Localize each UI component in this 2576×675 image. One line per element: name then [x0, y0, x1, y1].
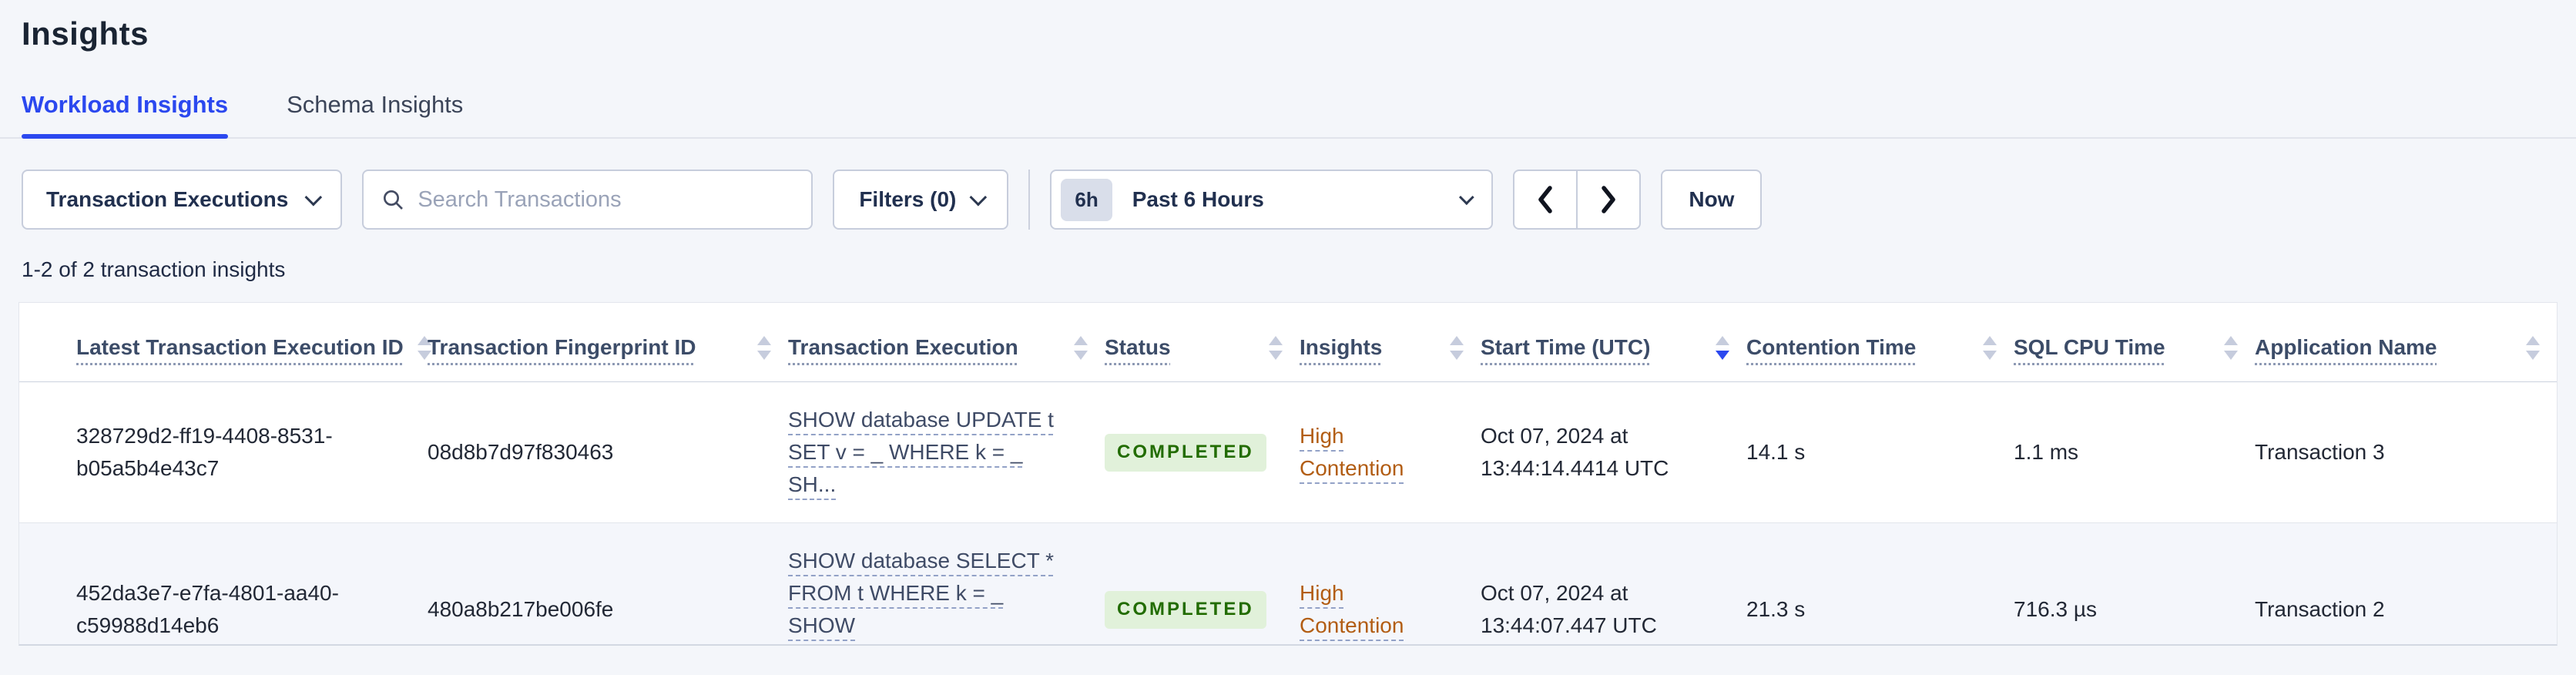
time-step-buttons	[1513, 170, 1642, 230]
sort-icon[interactable]	[1983, 335, 1997, 360]
sort-icon[interactable]	[757, 335, 771, 360]
now-label: Now	[1689, 187, 1735, 211]
sql-cpu-time-cell: 716.3 µs	[2014, 522, 2255, 644]
time-range-picker[interactable]: 6h Past 6 Hours	[1050, 170, 1494, 230]
column-header-contention-time[interactable]: Contention Time	[1746, 303, 2014, 383]
sort-icon[interactable]	[1074, 335, 1088, 360]
application-name-cell: Transaction 2	[2255, 522, 2557, 644]
column-header-latest-transaction-execution-id[interactable]: Latest Transaction Execution ID	[19, 303, 431, 383]
next-time-button[interactable]	[1576, 170, 1642, 230]
insights-tab-bar: Workload Insights Schema Insights	[0, 91, 2576, 139]
results-summary: 1-2 of 2 transaction insights	[22, 257, 286, 281]
table-row: 452da3e7-e7fa-4801-aa40-c59988d14eb6 480…	[19, 522, 2557, 644]
filters-label: Filters (0)	[859, 187, 957, 211]
contention-time-cell: 21.3 s	[1746, 522, 2014, 644]
transaction-execution-cell: SHOW database UPDATE t SET v = _ WHERE k…	[788, 382, 1105, 523]
search-input[interactable]	[418, 186, 795, 213]
column-header-sql-cpu-time[interactable]: SQL CPU Time	[2014, 303, 2255, 383]
column-header-application-name[interactable]: Application Name	[2255, 303, 2557, 383]
sort-icon[interactable]	[1269, 335, 1283, 360]
now-button[interactable]: Now	[1661, 170, 1763, 230]
sort-icon[interactable]	[2224, 335, 2238, 360]
chevron-down-icon	[969, 188, 988, 207]
execution-type-dropdown[interactable]: Transaction Executions	[22, 170, 343, 230]
table-row: 328729d2-ff19-4408-8531-b05a5b4e43c7 08d…	[19, 382, 2557, 523]
execution-id-cell: 452da3e7-e7fa-4801-aa40-c59988d14eb6	[19, 522, 428, 644]
tab-workload-insights[interactable]: Workload Insights	[22, 91, 229, 139]
chevron-right-icon	[1602, 186, 1616, 213]
status-cell: COMPLETED	[1105, 382, 1300, 523]
column-header-start-time[interactable]: Start Time (UTC)	[1481, 303, 1746, 383]
application-name-cell: Transaction 3	[2255, 440, 2385, 465]
transaction-execution-cell: SHOW database SELECT * FROM t WHERE k = …	[788, 522, 1105, 644]
start-time-cell: Oct 07, 2024 at 13:44:14.4414 UTC	[1481, 424, 1669, 481]
filters-button[interactable]: Filters (0)	[833, 170, 1009, 230]
insights-table-card: Latest Transaction Execution ID Transact…	[18, 302, 2558, 646]
statement-link[interactable]: SHOW database UPDATE t SET v = _ WHERE k…	[788, 408, 1054, 496]
column-header-transaction-execution[interactable]: Transaction Execution	[788, 303, 1105, 383]
search-icon	[384, 190, 404, 210]
fingerprint-id-cell: 08d8b7d97f830463	[428, 440, 614, 465]
chevron-down-icon	[1459, 190, 1475, 206]
chevron-down-icon	[304, 188, 323, 207]
sort-icon[interactable]	[1450, 335, 1464, 360]
status-badge: COMPLETED	[1105, 590, 1266, 629]
insights-cell: High Contention	[1300, 522, 1481, 644]
status-cell: COMPLETED	[1105, 522, 1300, 644]
tab-schema-insights[interactable]: Schema Insights	[287, 91, 463, 137]
contention-time-cell: 14.1 s	[1746, 440, 1806, 465]
fingerprint-id-cell: 480a8b217be006fe	[428, 522, 788, 644]
start-time-cell: Oct 07, 2024 at 13:44:07.447 UTC	[1481, 522, 1746, 644]
table-header-row: Latest Transaction Execution ID Transact…	[19, 303, 2557, 383]
toolbar: Transaction Executions Filters (0) 6h Pa…	[22, 170, 2556, 230]
toolbar-divider	[1028, 170, 1031, 230]
execution-id-cell: 328729d2-ff19-4408-8531-b05a5b4e43c7	[76, 424, 333, 481]
sql-cpu-time-cell: 1.1 ms	[2014, 440, 2079, 465]
transaction-insights-table: Latest Transaction Execution ID Transact…	[19, 303, 2557, 644]
column-header-insights[interactable]: Insights	[1300, 303, 1481, 383]
execution-type-label: Transaction Executions	[46, 187, 289, 211]
high-contention-link[interactable]: High Contention	[1300, 581, 1404, 637]
statement-link[interactable]: SHOW database SELECT * FROM t WHERE k = …	[788, 549, 1054, 644]
insights-cell: High Contention	[1300, 382, 1481, 523]
previous-time-button[interactable]	[1513, 170, 1578, 230]
column-header-transaction-fingerprint-id[interactable]: Transaction Fingerprint ID	[428, 303, 788, 383]
page-title: Insights	[22, 15, 149, 52]
high-contention-link[interactable]: High Contention	[1300, 424, 1404, 480]
time-range-chip: 6h	[1061, 178, 1112, 221]
status-badge: COMPLETED	[1105, 433, 1266, 472]
sort-icon[interactable]	[2526, 335, 2540, 360]
chevron-left-icon	[1538, 186, 1553, 213]
search-box	[362, 170, 813, 230]
sort-icon[interactable]	[1716, 335, 1729, 360]
time-range-label: Past 6 Hours	[1132, 187, 1264, 211]
column-header-status[interactable]: Status	[1105, 303, 1300, 383]
